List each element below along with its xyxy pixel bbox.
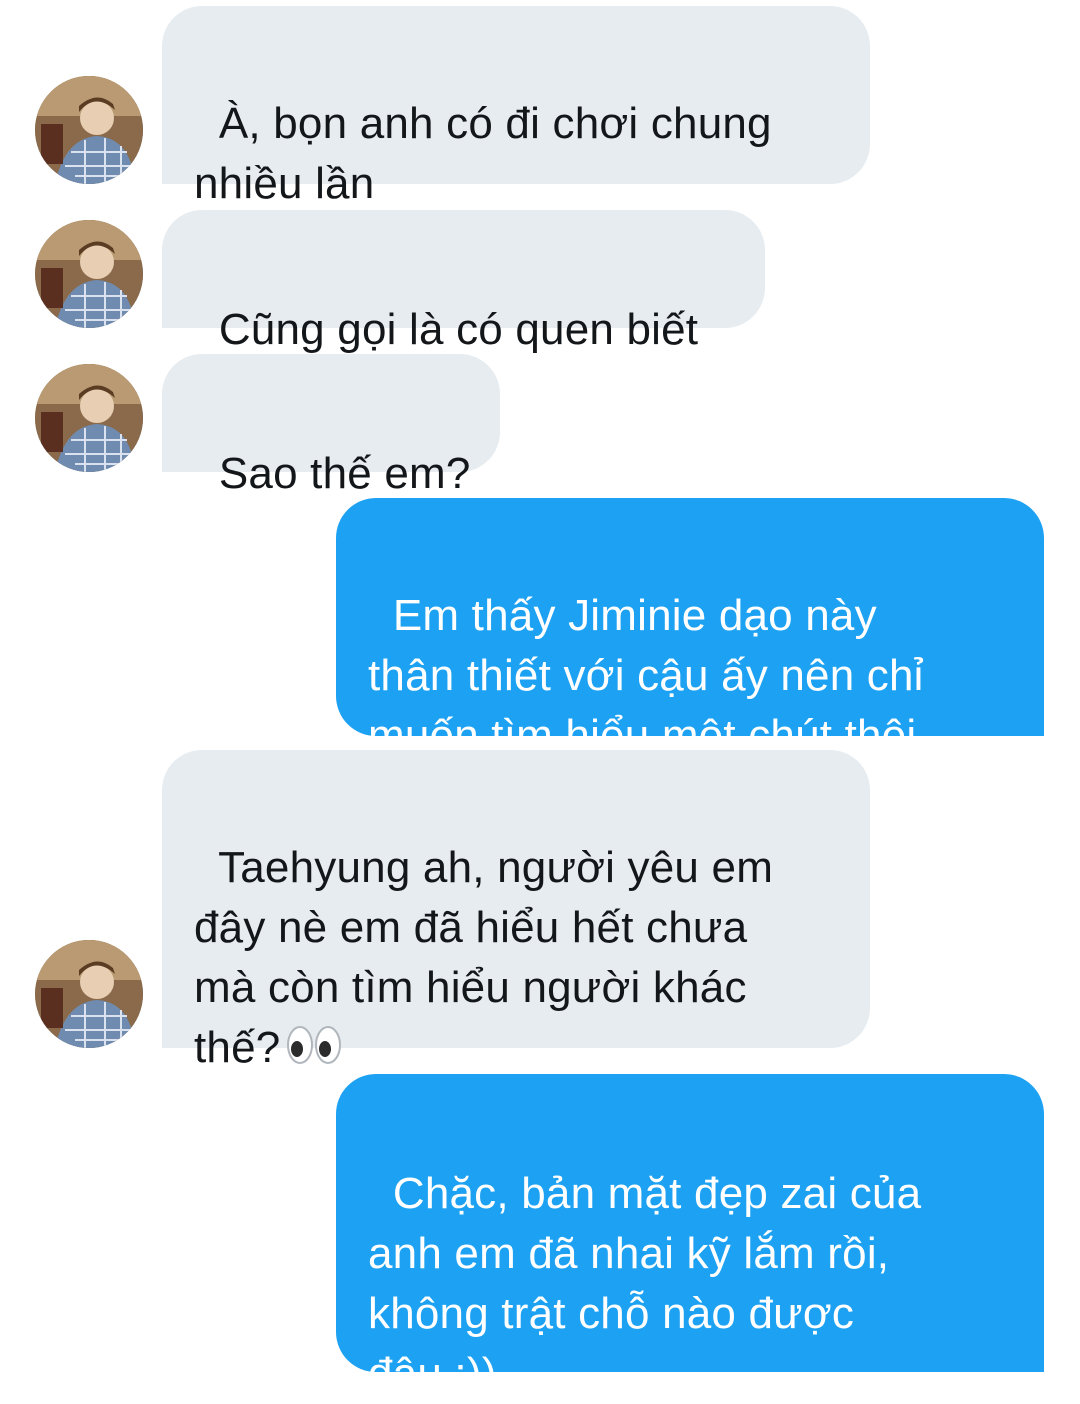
message-bubble-incoming[interactable]: Cũng gọi là có quen biết — [162, 210, 765, 354]
eyes-emoji-icon — [286, 1022, 342, 1082]
avatar[interactable] — [35, 940, 143, 1048]
avatar[interactable] — [35, 364, 143, 472]
message-text: Sao thế em? — [218, 449, 471, 498]
avatar[interactable] — [35, 76, 143, 184]
message-text: Cũng gọi là có quen biết — [218, 305, 699, 354]
message-text: À, bọn anh có đi chơi chung nhiều lần — [194, 99, 772, 208]
message-text: Em thấy Jiminie dạo này thân thiết với c… — [368, 591, 924, 760]
message-bubble-incoming[interactable]: Taehyung ah, người yêu em đây nè em đã h… — [162, 750, 870, 1072]
message-text: Taehyung ah, người yêu em đây nè em đã h… — [194, 843, 774, 1072]
message-bubble-outgoing[interactable]: Chặc, bản mặt đẹp zai của anh em đã nhai… — [336, 1074, 1044, 1398]
message-bubble-incoming[interactable]: À, bọn anh có đi chơi chung nhiều lần — [162, 6, 870, 208]
avatar[interactable] — [35, 220, 143, 328]
message-bubble-incoming[interactable]: Sao thế em? — [162, 354, 500, 498]
message-bubble-outgoing[interactable]: Em thấy Jiminie dạo này thân thiết với c… — [336, 498, 1044, 760]
message-text: Chặc, bản mặt đẹp zai của anh em đã nhai… — [368, 1169, 922, 1398]
